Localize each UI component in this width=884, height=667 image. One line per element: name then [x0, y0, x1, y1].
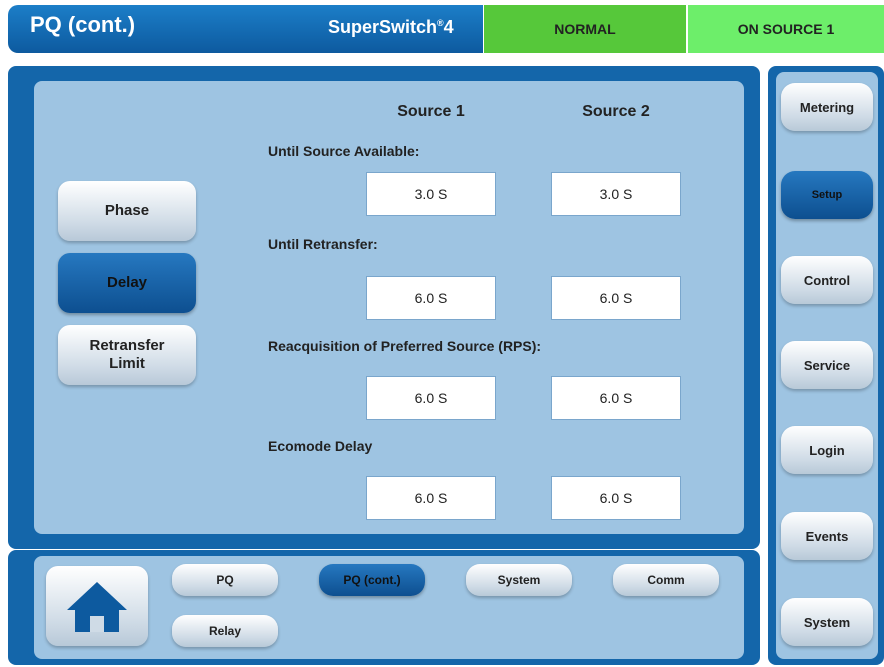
brand-name: SuperSwitch [328, 17, 438, 37]
source2-column-header: Source 2 [582, 103, 650, 120]
menu-login[interactable]: Login [781, 426, 873, 474]
brand-suffix: 4 [443, 17, 454, 37]
source1-source-available-field[interactable]: 3.0 S [366, 172, 496, 216]
until-retransfer-label: Until Retransfer: [268, 236, 378, 252]
source1-rps-field[interactable]: 6.0 S [366, 376, 496, 420]
nav-relay[interactable]: Relay [172, 615, 278, 647]
home-icon [67, 582, 127, 632]
right-menu-frame: Metering Setup Control Service Login Eve… [768, 66, 884, 665]
right-menu-panel: Metering Setup Control Service Login Eve… [776, 72, 878, 659]
source-status-badge: ON SOURCE 1 [688, 5, 884, 53]
menu-system[interactable]: System [781, 598, 873, 646]
source1-ecomode-field[interactable]: 6.0 S [366, 476, 496, 520]
tab-retransfer-limit-line1: Retransfer [89, 337, 165, 354]
brand-registered: ® [437, 18, 444, 28]
nav-comm[interactable]: Comm [613, 564, 719, 596]
menu-events[interactable]: Events [781, 512, 873, 560]
status-badge: NORMAL [484, 5, 686, 53]
source1-column-header: Source 1 [397, 103, 465, 120]
menu-control[interactable]: Control [781, 256, 873, 304]
menu-service[interactable]: Service [781, 341, 873, 389]
header-bar: PQ (cont.) SuperSwitch®4 NORMAL ON SOURC… [0, 0, 884, 58]
tab-retransfer-limit[interactable]: Retransfer Limit [58, 325, 196, 385]
tab-retransfer-limit-line2: Limit [109, 355, 145, 372]
source2-retransfer-field[interactable]: 6.0 S [551, 276, 681, 320]
source2-rps-field[interactable]: 6.0 S [551, 376, 681, 420]
nav-pq-cont[interactable]: PQ (cont.) [319, 564, 425, 596]
bottom-nav-panel: PQ PQ (cont.) System Comm Relay [34, 556, 744, 659]
tab-phase[interactable]: Phase [58, 181, 196, 241]
title-bar: PQ (cont.) SuperSwitch®4 [8, 5, 483, 53]
until-source-available-label: Until Source Available: [268, 143, 420, 159]
brand-logo: SuperSwitch®4 [328, 17, 454, 38]
delay-settings-panel: Source 1 Source 2 Phase Delay Retransfer… [34, 81, 744, 534]
rps-label: Reacquisition of Preferred Source (RPS): [268, 338, 542, 354]
source2-source-available-field[interactable]: 3.0 S [551, 172, 681, 216]
menu-metering[interactable]: Metering [781, 83, 873, 131]
tab-delay[interactable]: Delay [58, 253, 196, 313]
home-button[interactable] [46, 566, 148, 646]
page-title: PQ (cont.) [30, 12, 136, 37]
menu-setup[interactable]: Setup [781, 171, 873, 219]
nav-pq[interactable]: PQ [172, 564, 278, 596]
nav-system[interactable]: System [466, 564, 572, 596]
source1-retransfer-field[interactable]: 6.0 S [366, 276, 496, 320]
ecomode-delay-label: Ecomode Delay [268, 438, 373, 454]
bottom-nav-frame: PQ PQ (cont.) System Comm Relay [8, 550, 760, 665]
source2-ecomode-field[interactable]: 6.0 S [551, 476, 681, 520]
main-frame: Source 1 Source 2 Phase Delay Retransfer… [8, 66, 760, 549]
